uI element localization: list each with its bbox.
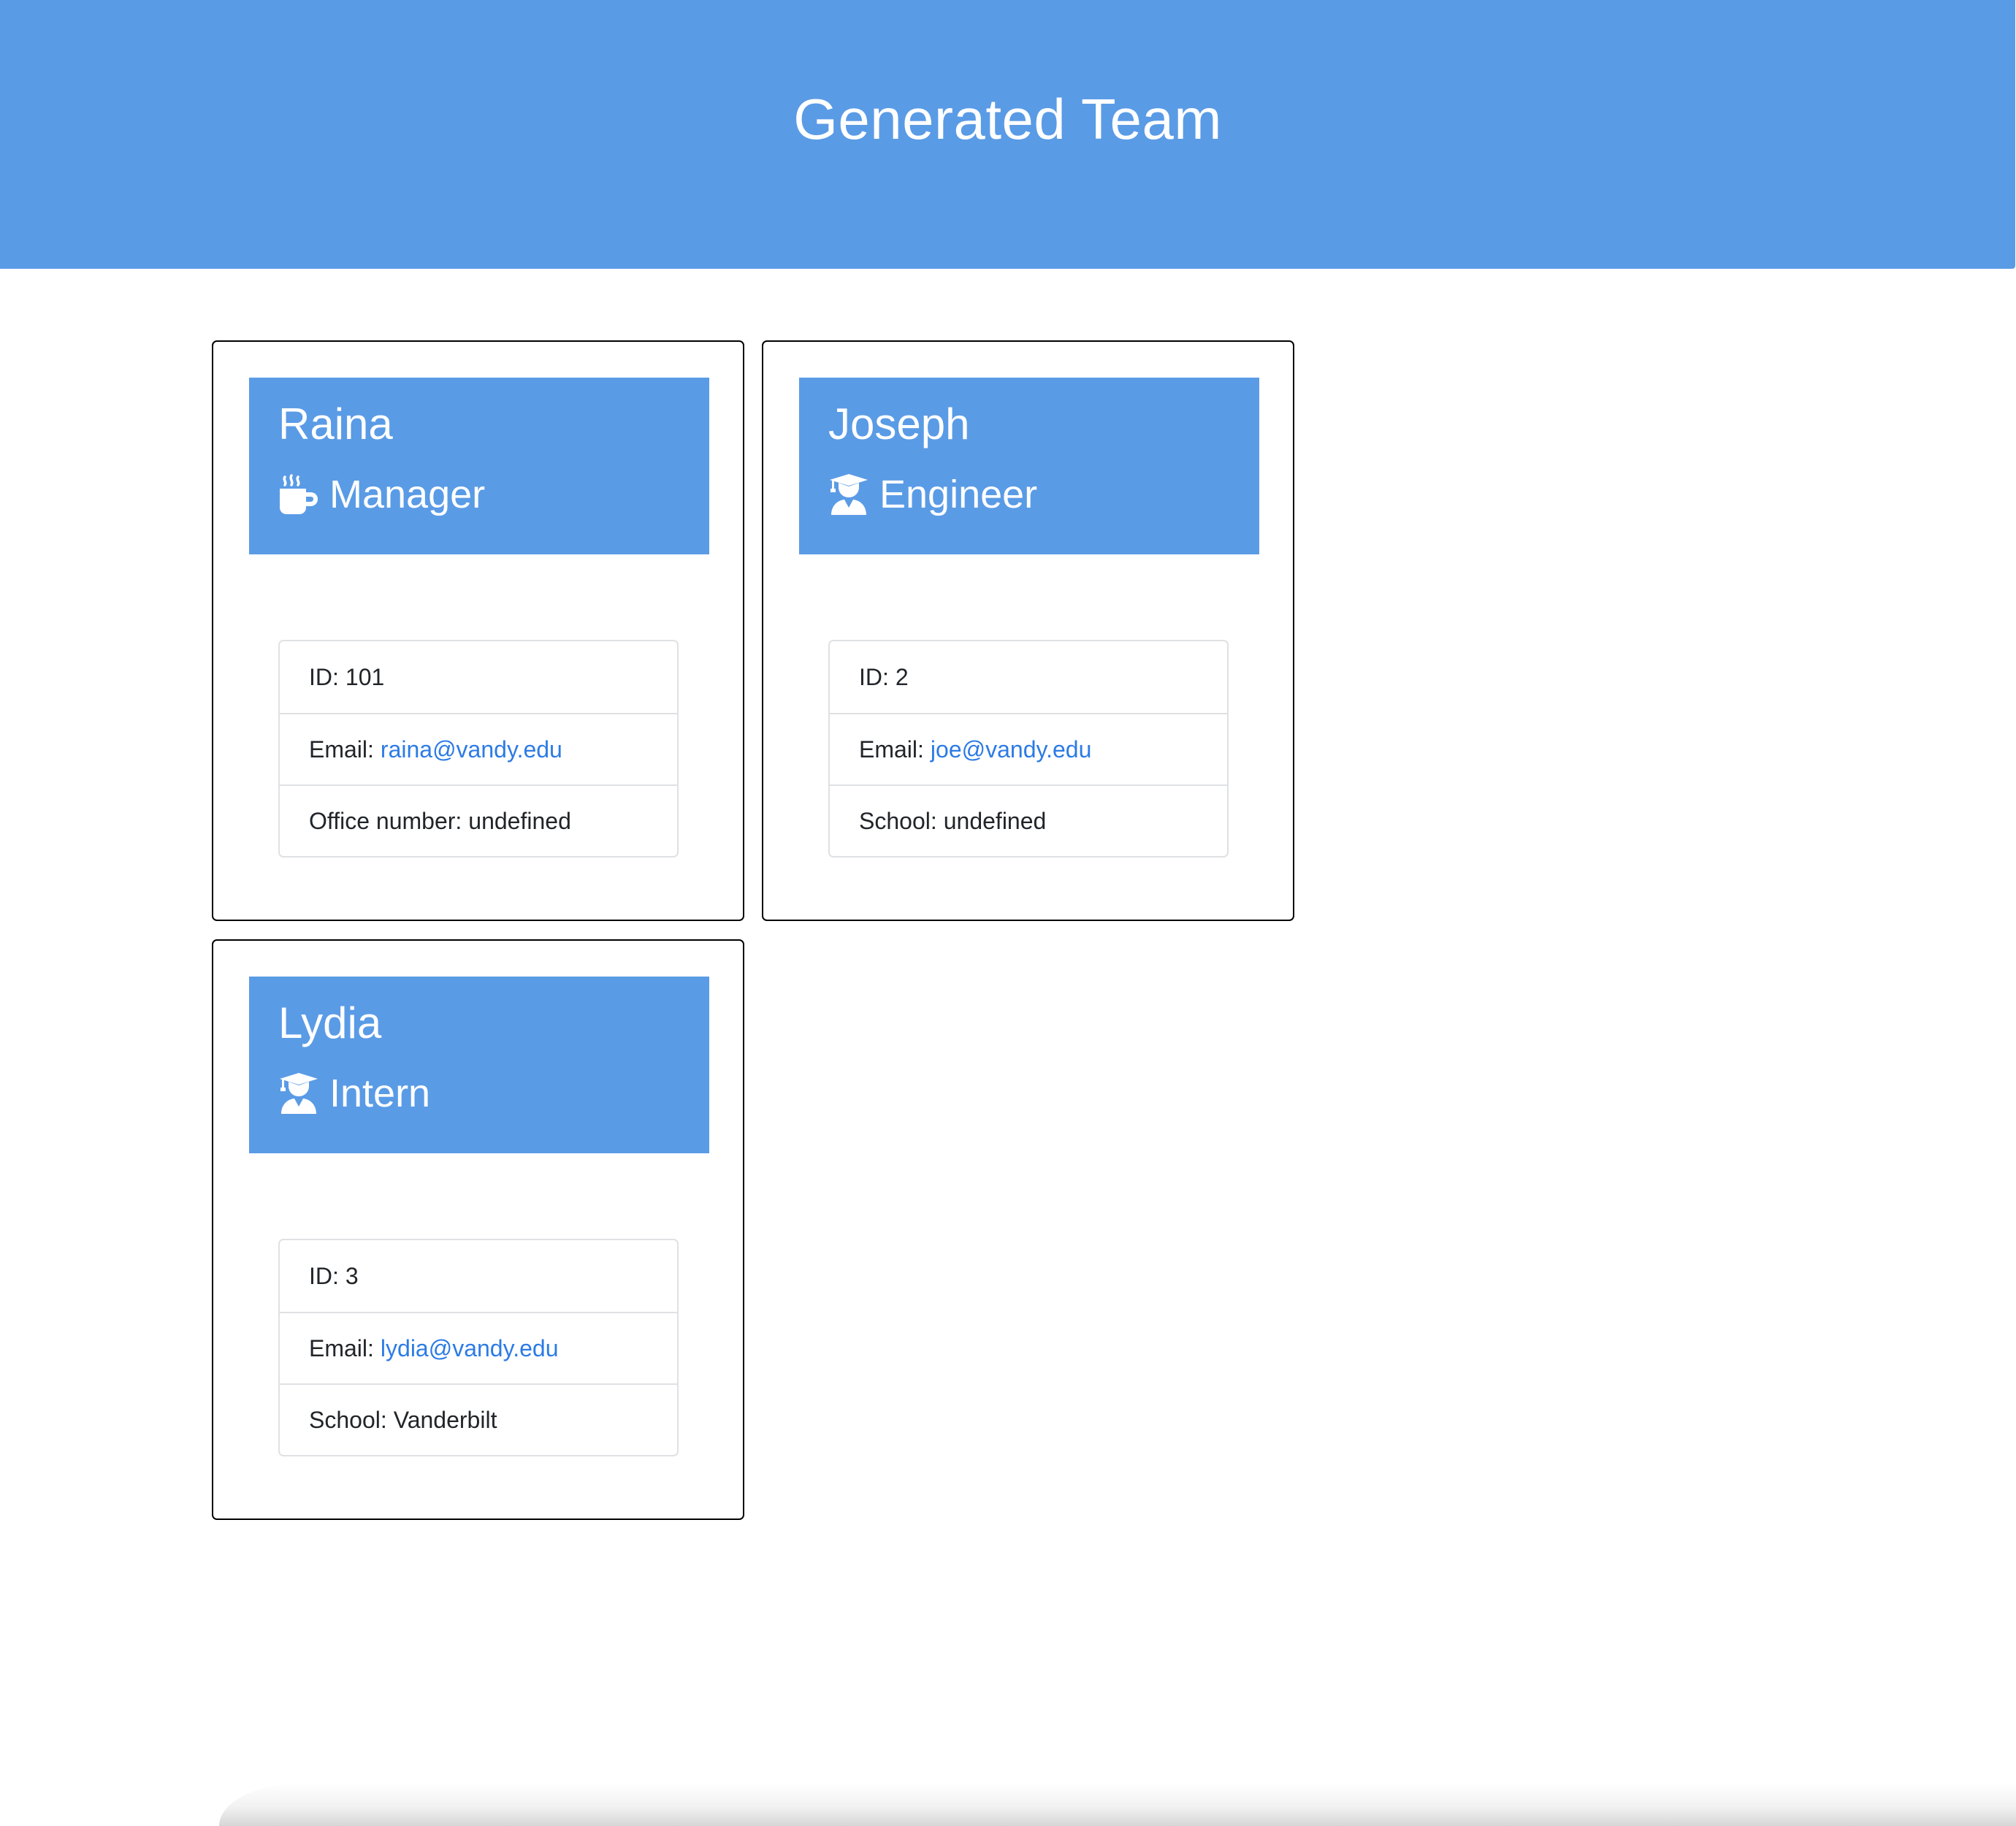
mug-hot-icon bbox=[278, 474, 319, 515]
role-label: Engineer bbox=[879, 473, 1038, 516]
id-label: ID: bbox=[859, 663, 889, 690]
school-label: School: bbox=[309, 1406, 387, 1433]
id-value: 2 bbox=[895, 663, 909, 690]
info-item-school: School: undefined bbox=[830, 784, 1227, 856]
employee-role: Intern bbox=[278, 1063, 430, 1124]
school-value: Vanderbilt bbox=[393, 1406, 497, 1433]
office-number-value: undefined bbox=[468, 807, 571, 834]
card-header: Lydia Intern bbox=[249, 977, 709, 1153]
info-item-id: ID: 2 bbox=[830, 641, 1227, 713]
office-number-label: Office number: bbox=[309, 807, 462, 834]
employee-role: Manager bbox=[278, 464, 485, 525]
role-label: Manager bbox=[329, 473, 486, 516]
employee-card-manager: Raina Manager ID: 101 Email: raina@vandy… bbox=[212, 340, 744, 921]
employee-name: Raina bbox=[278, 400, 393, 448]
id-label: ID: bbox=[309, 663, 339, 690]
user-graduate-icon bbox=[278, 1073, 319, 1114]
page-title: Generated Team bbox=[793, 87, 1222, 151]
info-item-id: ID: 101 bbox=[280, 641, 677, 713]
card-header: Raina Manager bbox=[249, 378, 709, 554]
employee-card-engineer: Joseph Engineer ID: 2 Email: joe@vandy.e… bbox=[762, 340, 1294, 921]
info-item-email: Email: raina@vandy.edu bbox=[280, 713, 677, 784]
email-label: Email: bbox=[859, 736, 924, 763]
email-link[interactable]: raina@vandy.edu bbox=[381, 736, 562, 763]
school-label: School: bbox=[859, 807, 937, 834]
info-item-office-number: Office number: undefined bbox=[280, 784, 677, 856]
info-item-email: Email: lydia@vandy.edu bbox=[280, 1312, 677, 1383]
id-value: 101 bbox=[345, 663, 385, 690]
email-link[interactable]: lydia@vandy.edu bbox=[381, 1335, 559, 1362]
employee-card-intern: Lydia Intern ID: 3 Email: lydia@vandy.ed… bbox=[212, 939, 744, 1520]
employee-name: Joseph bbox=[828, 400, 970, 448]
info-item-school: School: Vanderbilt bbox=[280, 1383, 677, 1455]
user-graduate-icon bbox=[828, 474, 869, 515]
email-label: Email: bbox=[309, 736, 374, 763]
info-list: ID: 3 Email: lydia@vandy.edu School: Van… bbox=[278, 1239, 679, 1456]
email-label: Email: bbox=[309, 1334, 374, 1361]
card-header: Joseph Engineer bbox=[799, 378, 1259, 554]
info-list: ID: 2 Email: joe@vandy.edu School: undef… bbox=[828, 640, 1229, 857]
info-item-email: Email: joe@vandy.edu bbox=[830, 713, 1227, 784]
employee-name: Lydia bbox=[278, 998, 382, 1047]
email-link[interactable]: joe@vandy.edu bbox=[931, 736, 1091, 763]
id-label: ID: bbox=[309, 1262, 339, 1289]
employee-role: Engineer bbox=[828, 464, 1037, 525]
info-item-id: ID: 3 bbox=[280, 1240, 677, 1312]
school-value: undefined bbox=[943, 807, 1047, 834]
info-list: ID: 101 Email: raina@vandy.edu Office nu… bbox=[278, 640, 679, 857]
role-label: Intern bbox=[329, 1071, 431, 1115]
header-banner: Generated Team bbox=[0, 0, 2015, 269]
id-value: 3 bbox=[345, 1262, 359, 1289]
page: Generated Team Raina Manager ID: 101 Ema… bbox=[0, 0, 2016, 1826]
window-bottom-shadow bbox=[219, 1782, 2016, 1826]
